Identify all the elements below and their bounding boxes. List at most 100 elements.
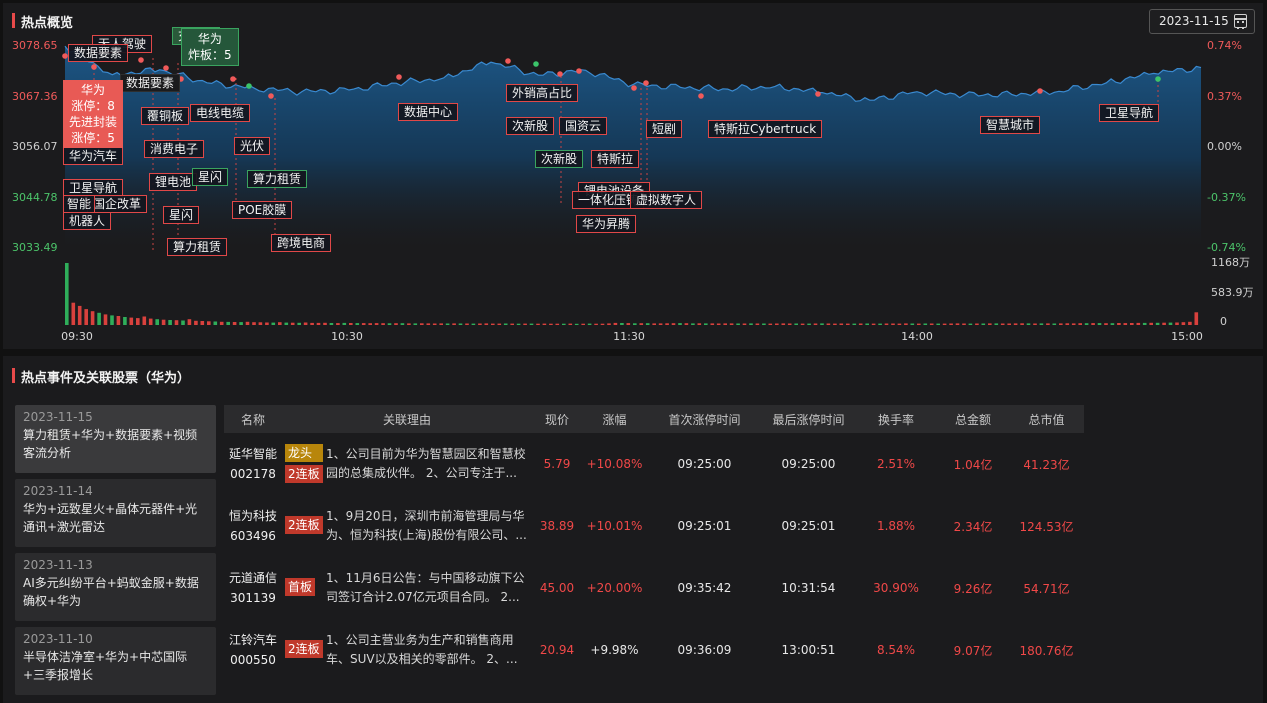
volume-bar — [65, 263, 69, 325]
hot-tag[interactable]: 数据要素 — [68, 44, 129, 62]
volume-bar — [355, 323, 360, 325]
total-amount: 2.34亿 — [953, 519, 993, 534]
volume-bar — [458, 323, 463, 325]
date-picker[interactable]: 2023-11-15 — [1149, 9, 1255, 34]
stock-name[interactable]: 恒为科技 — [224, 506, 282, 526]
volume-bar — [988, 323, 992, 325]
hot-tag[interactable]: 算力租赁 — [247, 170, 308, 188]
hot-tag[interactable]: 机器人 — [63, 212, 112, 230]
stock-code: 301139 — [230, 591, 276, 605]
volume-bar — [349, 323, 353, 325]
volume-bar — [975, 323, 979, 325]
volume-bar — [994, 323, 999, 325]
table-row[interactable]: 恒为科技 603496 2连板 1、9月20日，深圳市前海管理局与华为、恒为科技(… — [224, 495, 1084, 557]
stock-reason[interactable]: 1、11月6日公告：与中国移动旗下公司签订合计2.07亿元项目合同。 2... — [282, 569, 532, 607]
time-tick-label: 14:00 — [901, 330, 933, 343]
volume-bar — [852, 323, 857, 325]
volume-bar — [968, 323, 973, 325]
market-cap: 54.71亿 — [1023, 581, 1070, 596]
table-row[interactable]: 元道通信 301139 首板 1、11月6日公告：与中国移动旗下公司签订合计2.0… — [224, 557, 1084, 619]
table-row[interactable]: 江铃汽车 000550 2连板 1、公司主营业务为生产和销售商用车、SUV以及相关… — [224, 619, 1084, 681]
hot-tag[interactable]: 算力租赁 — [167, 238, 228, 256]
hot-tag[interactable]: 次新股 — [506, 117, 555, 135]
hot-tag[interactable]: 外销高占比 — [506, 84, 579, 102]
volume-bar — [645, 323, 650, 325]
hot-tag[interactable]: 虚拟数字人 — [630, 191, 703, 209]
volume-bar — [265, 322, 269, 325]
calendar-icon[interactable] — [1234, 14, 1247, 29]
table-row[interactable]: 延华智能 002178 龙头 2连板 1、公司目前为华为智慧园区和智慧校园的总集成… — [224, 433, 1084, 495]
hot-tag[interactable]: 覆铜板 — [141, 107, 190, 125]
first-limit-time: 09:25:00 — [677, 457, 732, 471]
event-dot — [533, 61, 539, 67]
stock-code: 603496 — [230, 529, 276, 543]
col-header-name[interactable]: 名称 — [224, 411, 282, 428]
col-header-price[interactable]: 现价 — [532, 411, 582, 428]
event-date-card[interactable]: 2023-11-14 华为+远致星火+晶体元器件+光通讯+激光雷达 — [15, 479, 216, 547]
hot-tag[interactable]: POE胶膜 — [232, 201, 293, 219]
hot-tag[interactable]: 数据要素 — [120, 74, 181, 92]
volume-bar — [413, 323, 418, 325]
huawei-callout[interactable]: 华为 涨停：8 先进封装 涨停：5 — [63, 80, 124, 148]
volume-bar — [142, 316, 147, 325]
hot-tag[interactable]: 智慧城市 — [980, 116, 1041, 134]
volume-bar — [839, 323, 844, 325]
col-header-last-limit[interactable]: 最后涨停时间 — [762, 411, 855, 428]
hot-tag[interactable]: 国资云 — [559, 117, 608, 135]
volume-bar — [917, 323, 921, 325]
huawei-green-callout[interactable]: 华为 炸板：5 — [181, 28, 239, 66]
volume-bar — [1136, 322, 1141, 325]
event-date-card[interactable]: 2023-11-15 算力租赁+华为+数据要素+视频客流分析 — [15, 405, 216, 473]
volume-bar — [1007, 323, 1011, 325]
stock-name[interactable]: 元道通信 — [224, 568, 282, 588]
event-dot — [698, 93, 704, 99]
volume-bar — [310, 322, 314, 325]
hot-tag[interactable]: 星闪 — [163, 206, 200, 224]
hot-tag[interactable]: 华为昇腾 — [576, 215, 637, 233]
volume-bar — [781, 323, 786, 325]
related-stocks-table: 名称 关联理由 现价 涨幅 首次涨停时间 最后涨停时间 换手率 总金额 总市值 … — [224, 405, 1084, 681]
hot-tag[interactable]: 星闪 — [192, 168, 229, 186]
hot-tag[interactable]: 次新股 — [535, 150, 584, 168]
event-date-card[interactable]: 2023-11-13 AI多元纠纷平台+蚂蚁金服+数据确权+华为 — [15, 553, 216, 621]
hot-tag[interactable]: 数据中心 — [398, 103, 459, 121]
volume-bar — [110, 315, 114, 325]
event-dot — [631, 85, 637, 91]
volume-bar — [891, 323, 895, 325]
hot-tag[interactable]: 短剧 — [646, 120, 683, 138]
event-date-card[interactable]: 2023-11-10 半导体洁净室+华为+中芯国际+三季报增长 — [15, 627, 216, 695]
hot-tag[interactable]: 华为汽车 — [63, 147, 124, 165]
stock-name[interactable]: 延华智能 — [224, 444, 282, 464]
volume-bar — [297, 322, 301, 325]
volume-bar — [1000, 323, 1005, 325]
volume-bar — [813, 323, 818, 325]
col-header-amount[interactable]: 总金额 — [937, 411, 1009, 428]
volume-bar — [678, 323, 682, 325]
col-header-change[interactable]: 涨幅 — [582, 411, 647, 428]
volume-bar — [516, 323, 521, 325]
hot-tag[interactable]: 国企改革 — [87, 195, 148, 213]
volume-bar — [1039, 323, 1044, 325]
hot-tag[interactable]: 智能 — [63, 195, 96, 213]
hot-tag[interactable]: 卫星导航 — [1099, 104, 1160, 122]
stock-name[interactable]: 江铃汽车 — [224, 630, 282, 650]
volume-bar — [568, 323, 573, 325]
volume-bar — [174, 320, 179, 325]
hot-tag[interactable]: 特斯拉 — [591, 150, 640, 168]
col-header-turnover[interactable]: 换手率 — [855, 411, 937, 428]
hot-tag[interactable]: 消费电子 — [144, 140, 205, 158]
hot-tag[interactable]: 锂电池 — [149, 173, 198, 191]
hot-tag[interactable]: 光伏 — [234, 137, 271, 155]
col-header-market-cap[interactable]: 总市值 — [1009, 411, 1084, 428]
hot-tag[interactable]: 跨境电商 — [271, 234, 332, 252]
hot-tag[interactable]: 特斯拉Cybertruck — [708, 120, 823, 138]
col-header-first-limit[interactable]: 首次涨停时间 — [647, 411, 762, 428]
hot-tag[interactable]: 电线电缆 — [190, 104, 251, 122]
volume-bar — [161, 319, 166, 325]
volume-bar — [549, 323, 553, 325]
volume-bar — [871, 323, 876, 325]
volume-bar — [394, 323, 398, 325]
volume-bar — [1033, 323, 1037, 325]
volume-bar — [523, 323, 527, 325]
volume-bar — [187, 319, 192, 325]
